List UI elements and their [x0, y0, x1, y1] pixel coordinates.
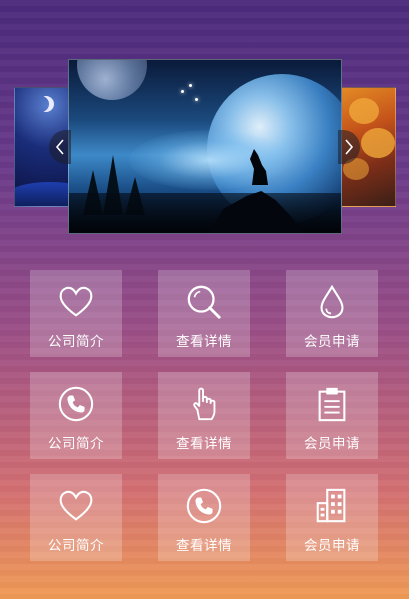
tile-label: 会员申请 [304, 436, 360, 452]
tile-label: 查看详情 [176, 436, 232, 452]
ground-graphic [69, 193, 341, 233]
menu-tile-member-apply[interactable]: 会员申请 [286, 372, 378, 459]
menu-tile-view-details[interactable]: 查看详情 [158, 474, 250, 561]
tile-label: 查看详情 [176, 334, 232, 350]
water-drop-icon [312, 282, 352, 322]
menu-tile-company-intro[interactable]: 公司简介 [30, 474, 122, 561]
hill-graphic [15, 182, 71, 206]
tile-label: 公司简介 [48, 436, 104, 452]
tile-label: 公司简介 [48, 334, 104, 350]
menu-tile-company-intro[interactable]: 公司简介 [30, 372, 122, 459]
menu-tile-view-details[interactable]: 查看详情 [158, 372, 250, 459]
tile-label: 会员申请 [304, 538, 360, 554]
heart-icon [56, 282, 96, 322]
howling-wolf-graphic [250, 149, 268, 185]
menu-tile-company-intro[interactable]: 公司简介 [30, 270, 122, 357]
buildings-icon [312, 486, 352, 526]
chevron-right-icon [345, 139, 354, 155]
clipboard-icon [312, 384, 352, 424]
tile-label: 公司简介 [48, 538, 104, 554]
foliage-graphic [349, 98, 379, 124]
phone-icon [56, 384, 96, 424]
tile-label: 会员申请 [304, 334, 360, 350]
star-graphic [189, 84, 192, 87]
star-graphic [181, 90, 184, 93]
tile-label: 查看详情 [176, 538, 232, 554]
moon-graphic [33, 96, 49, 112]
phone-icon [184, 486, 224, 526]
menu-tile-view-details[interactable]: 查看详情 [158, 270, 250, 357]
menu-tile-member-apply[interactable]: 会员申请 [286, 270, 378, 357]
menu-tile-member-apply[interactable]: 会员申请 [286, 474, 378, 561]
pointer-hand-icon [184, 384, 224, 424]
foliage-graphic [361, 128, 395, 158]
carousel-slide-wolf-planet[interactable] [68, 59, 342, 234]
image-carousel[interactable] [0, 0, 409, 250]
search-icon [184, 282, 224, 322]
chevron-left-icon [55, 139, 64, 155]
star-graphic [195, 98, 198, 101]
heart-icon [56, 486, 96, 526]
small-planet-graphic [77, 60, 147, 100]
